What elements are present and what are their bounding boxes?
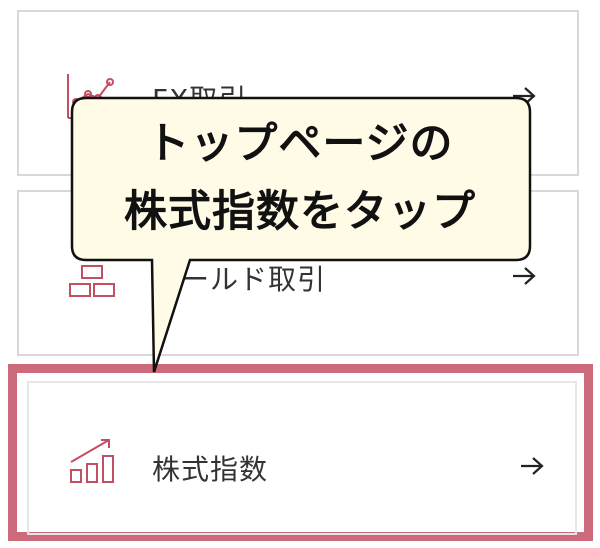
- arrow-right-icon: [511, 265, 537, 291]
- menu-item-label: ゴールド取引: [152, 263, 327, 296]
- chart-line-icon: [64, 72, 120, 124]
- menu-item-label: 株式指数: [152, 453, 269, 486]
- menu-item-label: FX取引: [152, 83, 248, 116]
- highlight-frame: 株式指数: [8, 364, 593, 541]
- gold-bars-icon: [64, 262, 120, 310]
- bar-chart-up-icon: [69, 436, 119, 488]
- arrow-right-icon: [511, 85, 537, 111]
- menu-item-fx[interactable]: FX取引: [17, 10, 579, 176]
- menu-item-gold[interactable]: ゴールド取引: [17, 190, 579, 356]
- menu-item-stock-index[interactable]: 株式指数: [27, 381, 577, 535]
- arrow-right-icon: [519, 455, 545, 481]
